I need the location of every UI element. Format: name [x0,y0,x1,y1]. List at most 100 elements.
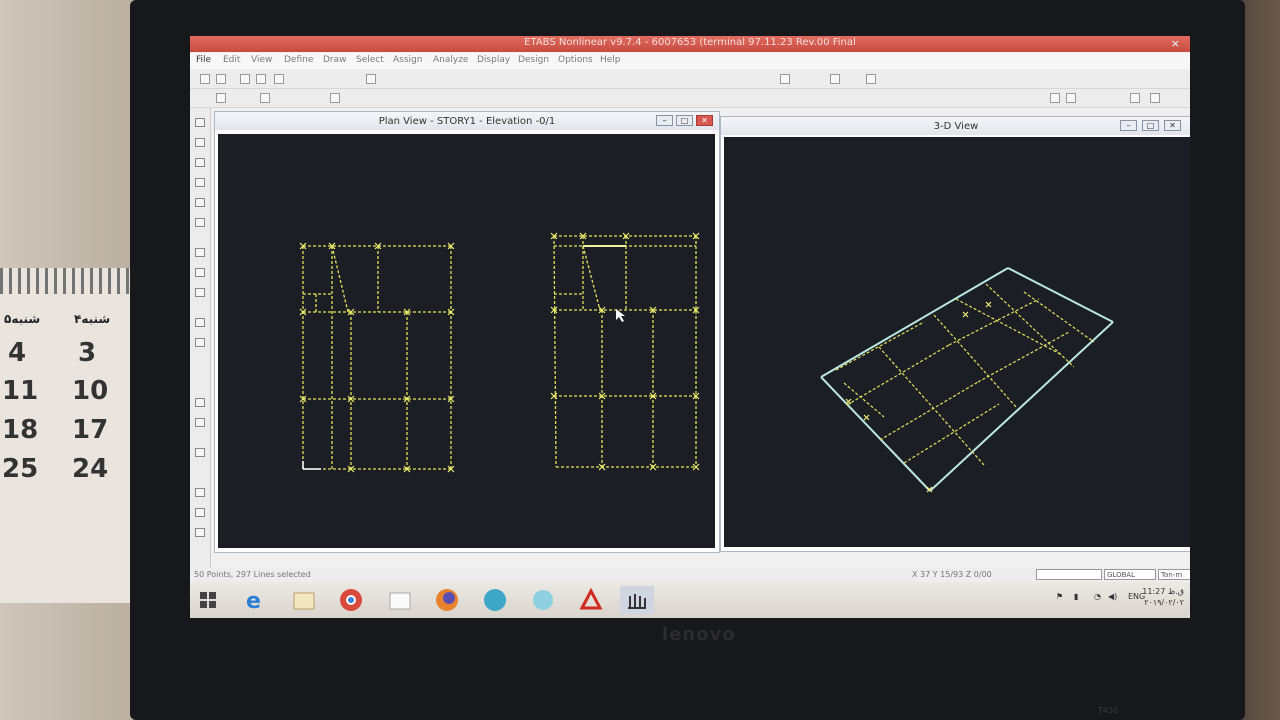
select-all-icon[interactable] [195,398,205,407]
app-titlebar: ETABS Nonlinear v9.7.4 - 6007653 (termin… [190,36,1190,52]
acrobat-icon[interactable] [574,586,608,614]
svg-text:e: e [246,589,261,614]
run-analysis-icon[interactable] [866,74,876,84]
calendar-day: 3 [78,338,97,368]
units-select[interactable]: Ton-m [1158,569,1190,580]
draw-wall-icon[interactable] [195,288,205,297]
network-icon[interactable]: ▮ [1074,592,1078,601]
calendar-day: 4 [8,338,27,368]
plan-view-drawing [299,232,700,473]
flag-icon[interactable]: ⚑ [1056,592,1063,601]
app-blue-icon[interactable] [478,586,512,614]
chrome-icon[interactable] [334,586,368,614]
display-options-icon[interactable] [1130,93,1140,103]
menu-draw[interactable]: Draw [323,55,347,65]
menu-help[interactable]: Help [600,55,621,65]
calendar-day: 11 [2,376,39,406]
new-file-icon[interactable] [200,74,210,84]
menu-define[interactable]: Define [284,55,313,65]
menu-display[interactable]: Display [477,55,510,65]
snap-icon[interactable] [1066,93,1076,103]
print-preview-icon[interactable] [274,74,284,84]
plan-view-canvas[interactable] [218,134,715,548]
main-toolbar [190,70,1190,89]
print-icon[interactable] [256,74,266,84]
app-cyan-icon[interactable] [526,586,560,614]
save-icon[interactable] [240,74,250,84]
rubber-band-zoom-icon[interactable] [216,93,226,103]
menu-select[interactable]: Select [356,55,384,65]
3d-view-drawing [820,267,1114,493]
draw-brace-icon[interactable] [195,198,205,207]
grid-icon[interactable] [1050,93,1060,103]
draw-rectangle-icon[interactable] [195,268,205,277]
plan-view-window[interactable]: Plan View - STORY1 - Elevation -0/1 – □ … [214,111,720,553]
calendar-rings [0,268,132,294]
3d-view-canvas[interactable] [724,137,1190,547]
left-plan-grid [302,245,452,470]
laptop-brand: lenovo [662,624,736,645]
snap-intersection-icon[interactable] [195,528,205,537]
dimension-icon[interactable] [195,338,205,347]
draw-toolbar [190,108,211,568]
plan-maximize-button[interactable]: □ [676,115,693,126]
draw-column-icon[interactable] [195,218,205,227]
3d-minimize-button[interactable]: – [1120,120,1137,131]
snap-middle-icon[interactable] [195,508,205,517]
calendar-day: 24 [72,454,109,484]
restore-view-icon[interactable] [260,93,270,103]
system-clock[interactable]: ق.ظ 11:27 ۲۰۱۹/۰۲/۰۲ [1142,586,1184,608]
wifi-icon[interactable]: ◔ [1094,592,1101,601]
secondary-toolbar [190,89,1190,108]
coord-input[interactable] [1036,569,1102,580]
menu-analyze[interactable]: Analyze [433,55,468,65]
menu-design[interactable]: Design [518,55,549,65]
deselect-icon[interactable] [195,418,205,427]
file-explorer-icon[interactable] [286,586,320,614]
3d-joints [845,301,992,493]
settings-icon[interactable] [1150,93,1160,103]
menu-file[interactable]: File [196,55,211,65]
coordinate-system-select[interactable]: GLOBAL [1104,569,1156,580]
plan-view-titlebar: Plan View - STORY1 - Elevation -0/1 – □ … [215,112,719,130]
draw-line-icon[interactable] [195,158,205,167]
3d-close-button[interactable]: ✕ [1164,120,1181,131]
internet-explorer-icon[interactable]: e [238,586,272,614]
firefox-icon[interactable] [430,586,464,614]
move-icon[interactable] [330,93,340,103]
3d-maximize-button[interactable]: □ [1142,120,1159,131]
menu-assign[interactable]: Assign [393,55,422,65]
menu-edit[interactable]: Edit [223,55,240,65]
plan-close-button[interactable]: ✕ [696,115,713,126]
zoom-icon[interactable] [780,74,790,84]
reshape-icon[interactable] [195,138,205,147]
draw-area-icon[interactable] [195,248,205,257]
app-close-button[interactable]: × [1171,37,1180,50]
menu-options[interactable]: Options [558,55,593,65]
plan-view-title: Plan View - STORY1 - Elevation -0/1 [378,116,556,127]
axis-origin-icon [302,461,321,470]
open-file-icon[interactable] [216,74,226,84]
calendar-day: 25 [2,454,39,484]
menu-view[interactable]: View [251,55,272,65]
right-plan-grid [553,235,697,468]
screen: ETABS Nonlinear v9.7.4 - 6007653 (termin… [190,36,1190,618]
3d-view-window[interactable]: 3-D View – □ ✕ [720,116,1190,552]
pan-icon[interactable] [830,74,840,84]
snap-point-icon[interactable] [195,448,205,457]
snap-end-icon[interactable] [195,488,205,497]
draw-frame-icon[interactable] [195,178,205,187]
select-pointer-icon[interactable] [195,118,205,127]
section-cut-icon[interactable] [195,318,205,327]
clock-date: ۲۰۱۹/۰۲/۰۲ [1144,598,1184,607]
window-icon[interactable] [382,586,416,614]
selection-status: 50 Points, 297 Lines selected [194,570,311,579]
lock-icon[interactable] [366,74,376,84]
etabs-icon[interactable] [620,586,654,614]
volume-icon[interactable]: ◀) [1108,592,1117,601]
app-title: ETABS Nonlinear v9.7.4 - 6007653 (termin… [524,37,856,48]
status-bar: 50 Points, 297 Lines selected X 37 Y 15/… [190,568,1190,582]
clock-time: ق.ظ 11:27 [1142,587,1184,596]
plan-minimize-button[interactable]: – [656,115,673,126]
windows-start-icon[interactable] [200,592,216,608]
